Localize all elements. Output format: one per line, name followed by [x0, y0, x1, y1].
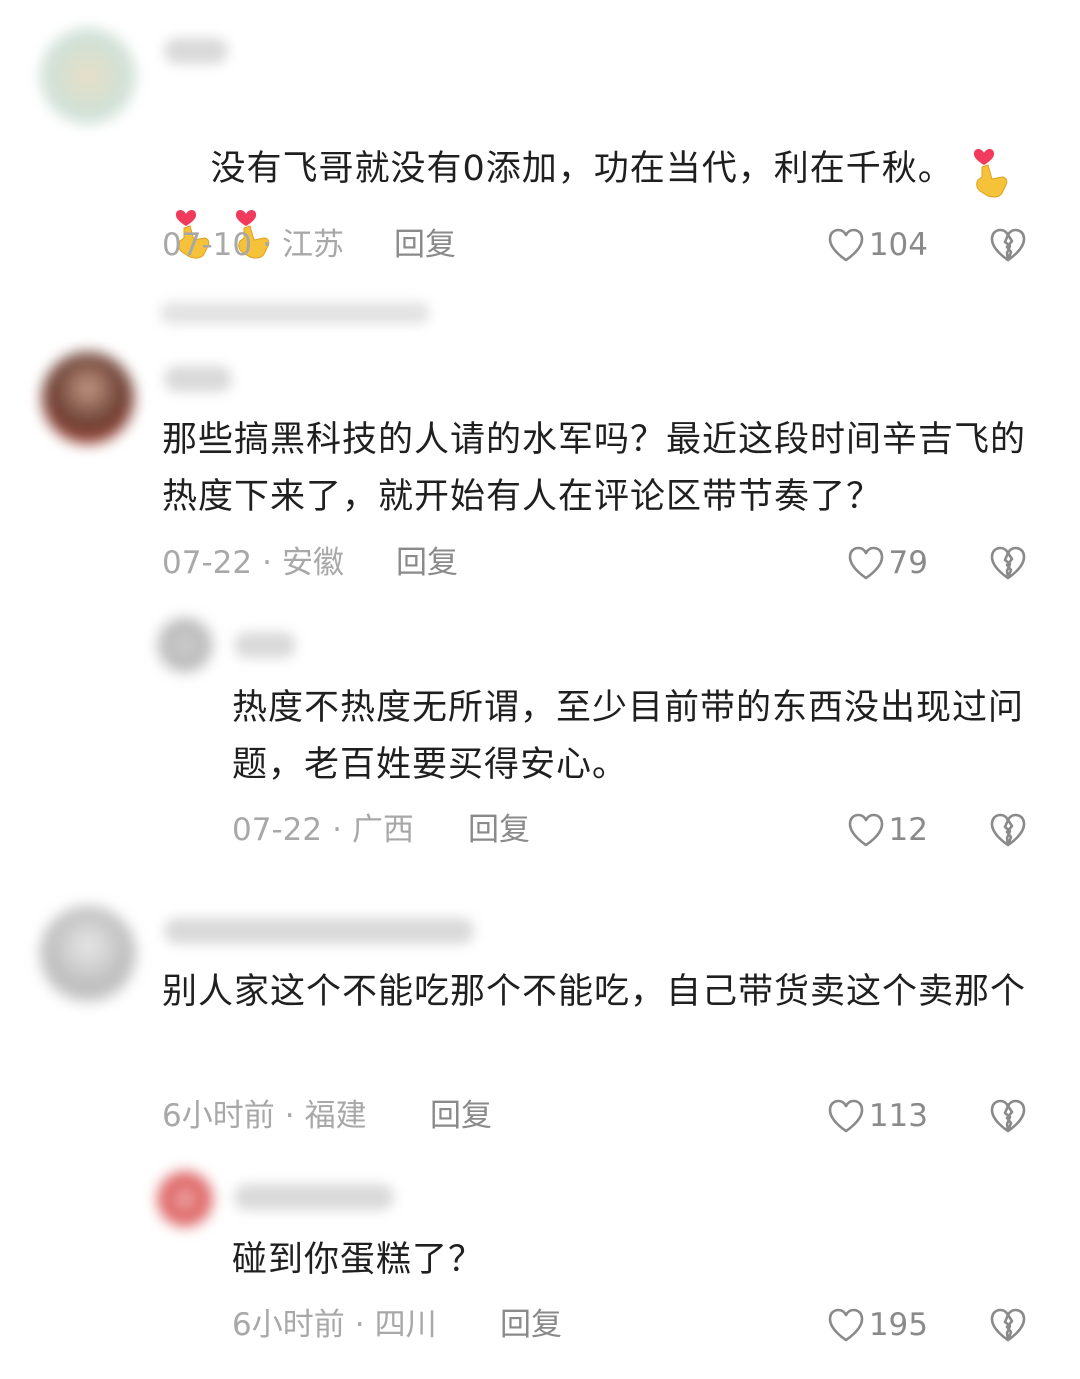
avatar[interactable]	[42, 352, 134, 444]
broken-heart-icon	[990, 1308, 1026, 1342]
comment-date: 07-10	[162, 227, 253, 263]
dislike-button[interactable]	[988, 1305, 1028, 1345]
comment-meta: 07-10 · 江苏	[162, 225, 344, 265]
like-count: 104	[868, 227, 928, 263]
separator-dot: ·	[262, 227, 272, 263]
reply-button[interactable]: 回复	[500, 1305, 562, 1345]
comment-text-content: 没有飞哥就没有0添加，功在当代，利在千秋。	[210, 149, 954, 189]
comment-text: 没有飞哥就没有0添加，功在当代，利在千秋。	[162, 84, 1032, 312]
username[interactable]	[164, 918, 474, 944]
reply-button[interactable]: 回复	[394, 225, 456, 265]
dislike-button[interactable]	[988, 543, 1028, 583]
separator-dot: ·	[284, 1098, 295, 1134]
username[interactable]	[234, 632, 296, 658]
like-button[interactable]: 12	[800, 810, 928, 850]
finger-heart-emoji-icon	[968, 143, 1012, 199]
comment-location: 江苏	[281, 227, 344, 263]
heart-outline-icon	[848, 813, 883, 847]
comment-location: 福建	[304, 1098, 367, 1134]
broken-heart-icon	[990, 1099, 1026, 1133]
reply-button[interactable]: 回复	[430, 1096, 492, 1136]
comment-date: 6小时前	[162, 1098, 275, 1134]
comment-date: 07-22	[162, 545, 253, 581]
dislike-button[interactable]	[988, 225, 1028, 265]
comment-meta: 6小时前 · 福建	[162, 1096, 367, 1136]
comment-meta: 6小时前 · 四川	[232, 1305, 437, 1345]
separator-dot: ·	[332, 812, 342, 848]
like-button[interactable]: 113	[800, 1096, 928, 1136]
reply-button[interactable]: 回复	[468, 810, 530, 850]
comment-date: 6小时前	[232, 1307, 345, 1343]
broken-heart-icon	[990, 546, 1026, 580]
comment-text: 别人家这个不能吃那个不能吃，自己带货卖这个卖那个	[162, 972, 1027, 1012]
heart-outline-icon	[848, 546, 883, 580]
dislike-button[interactable]	[988, 1096, 1028, 1136]
broken-heart-icon	[990, 813, 1026, 847]
reply-button[interactable]: 回复	[396, 543, 458, 583]
like-count: 195	[868, 1307, 928, 1343]
broken-heart-icon	[990, 228, 1026, 262]
comment-text: 热度不热度无所谓，至少目前带的东西没出现过问题，老百姓要买得安心。	[232, 688, 1025, 785]
avatar[interactable]	[40, 28, 136, 124]
comment-text: 那些搞黑科技的人请的水军吗？最近这段时间辛吉飞的热度下来了，就开始有人在评论区带…	[162, 420, 1027, 517]
comment-meta: 07-22 · 广西	[232, 810, 414, 850]
like-button[interactable]: 195	[800, 1305, 928, 1345]
separator-dot: ·	[262, 545, 272, 581]
dislike-button[interactable]	[988, 810, 1028, 850]
username[interactable]	[164, 38, 228, 64]
username[interactable]	[234, 1184, 394, 1210]
heart-outline-icon	[828, 1308, 864, 1342]
comment-location: 安徽	[281, 545, 344, 581]
like-count: 79	[888, 545, 928, 581]
comment-date: 07-22	[232, 812, 323, 848]
separator-dot: ·	[354, 1307, 365, 1343]
comment-text: 碰到你蛋糕了？	[232, 1240, 485, 1280]
avatar[interactable]	[158, 1172, 212, 1226]
comment-meta: 07-22 · 安徽	[162, 543, 344, 583]
heart-outline-icon	[828, 1099, 864, 1133]
collapsed-replies[interactable]	[160, 302, 430, 324]
like-button[interactable]: 79	[800, 543, 928, 583]
comment-location: 四川	[374, 1307, 437, 1343]
username[interactable]	[164, 366, 232, 392]
like-button[interactable]: 104	[800, 225, 928, 265]
avatar[interactable]	[158, 618, 212, 672]
comment-location: 广西	[351, 812, 414, 848]
avatar[interactable]	[40, 906, 136, 1002]
like-count: 113	[868, 1098, 928, 1134]
heart-outline-icon	[828, 228, 864, 262]
like-count: 12	[888, 812, 928, 848]
